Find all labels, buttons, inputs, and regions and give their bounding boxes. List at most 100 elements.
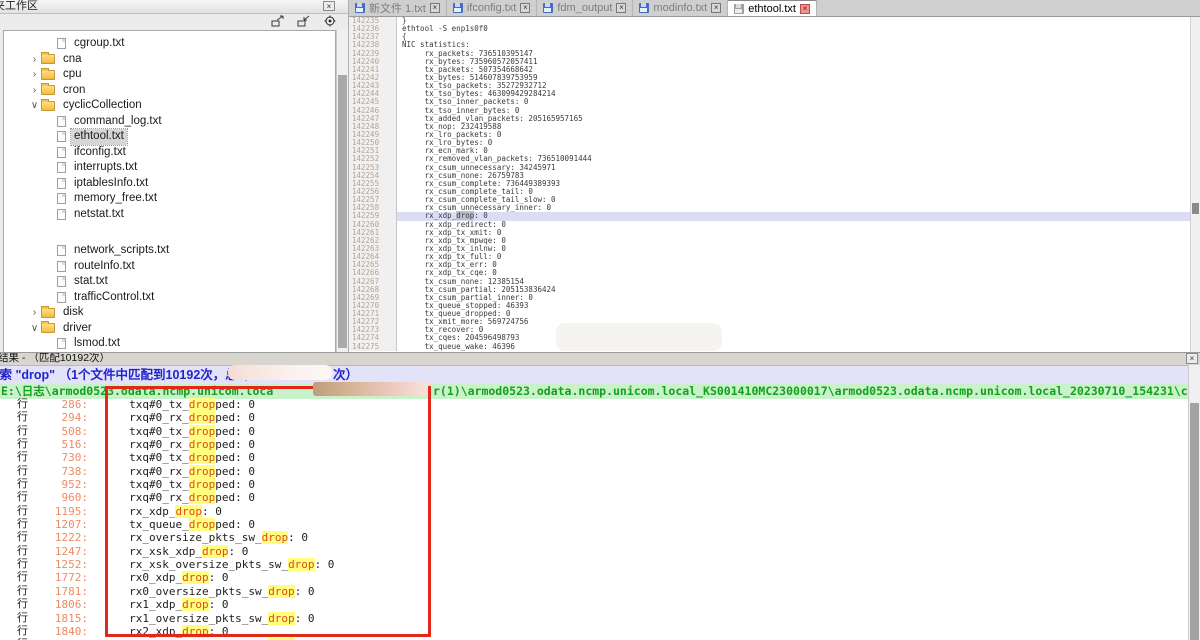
tree-item-command_log.txt[interactable]: command_log.txt [4, 114, 335, 130]
chevron-expanded-icon[interactable]: ∨ [28, 98, 41, 114]
editor-line-text: tx_queue_wake: 46396 [397, 343, 515, 351]
row-label: 行 [17, 398, 32, 411]
tree-item-ethtool.txt[interactable]: ethtool.txt [4, 129, 335, 145]
workspace-toolbar [0, 14, 348, 30]
tree-item-cpu[interactable]: › cpu [4, 67, 335, 83]
row-line-number: 1806: [32, 598, 88, 611]
save-file-icon [453, 3, 463, 13]
workspace-titlebar: 夹工作区 × [0, 0, 348, 14]
workspace-panel: 夹工作区 × cgroup.txt›cna›cpu›cron∨cyclicCol… [0, 0, 349, 352]
tree-item-memory_free.txt[interactable]: memory_free.txt [4, 191, 335, 207]
chevron-collapsed-icon[interactable]: › [28, 83, 41, 99]
tab-modinfo.txt[interactable]: modinfo.txt× [633, 0, 728, 16]
editor-scrollbar-thumb[interactable] [1192, 203, 1199, 214]
row-line-number: 960: [32, 491, 88, 504]
chevron-collapsed-icon[interactable]: › [28, 305, 41, 321]
tree-item-label: iptablesInfo.txt [71, 176, 151, 192]
tree-item-netstat.txt[interactable]: netstat.txt [4, 207, 335, 223]
row-line-number: 738: [32, 465, 88, 478]
chevron-expanded-icon[interactable]: ∨ [28, 321, 41, 337]
row-label: 行 [17, 545, 32, 558]
locate-file-icon[interactable] [322, 15, 338, 29]
results-scrollbar[interactable] [1188, 365, 1200, 640]
row-line-number: 730: [32, 451, 88, 464]
line-number: 142275 [349, 343, 397, 351]
tree-item-stat.txt[interactable]: stat.txt [4, 274, 335, 290]
editor[interactable]: 142235}142236ethtool -S enp1s0f0142237{1… [349, 17, 1200, 352]
file-icon [57, 131, 66, 142]
close-tab-icon[interactable]: × [711, 3, 721, 13]
row-label: 行 [17, 505, 32, 518]
editor-line: 142275 tx_queue_wake: 46396 [349, 343, 1200, 351]
tree-item-iptablesInfo.txt[interactable]: iptablesInfo.txt [4, 176, 335, 192]
tree-item-cna[interactable]: ›cna [4, 52, 335, 68]
tree-item-network_scripts.txt[interactable]: network_scripts.txt [4, 243, 335, 259]
tree-item-label: ifconfig.txt [71, 145, 129, 161]
tab-fdm_output[interactable]: fdm_output× [537, 0, 633, 16]
folder-icon [41, 323, 55, 333]
row-line-number: 508: [32, 425, 88, 438]
row-label: 行 [17, 585, 32, 598]
row-line-number: 1781: [32, 585, 88, 598]
close-tab-icon[interactable]: × [430, 3, 440, 13]
expand-all-icon[interactable] [270, 15, 286, 29]
tree-item-cron[interactable]: ›cron [4, 83, 335, 99]
tree-item-ifconfig.txt[interactable]: ifconfig.txt [4, 145, 335, 161]
tab-bar: 新文件 1.txt×ifconfig.txt×fdm_output×modinf… [349, 0, 1200, 17]
redaction-blob-editor [556, 323, 722, 351]
chevron-collapsed-icon[interactable]: › [28, 67, 41, 83]
collapse-all-icon[interactable] [296, 15, 312, 29]
close-results-icon[interactable]: × [1186, 353, 1198, 364]
search-summary-row[interactable]: 搜索 "drop" （1个文件中匹配到10192次，总计 次） [0, 366, 1200, 384]
save-file-icon [639, 3, 649, 13]
file-icon [57, 261, 66, 272]
tree-item-driver[interactable]: ∨ driver [4, 321, 335, 337]
close-tab-icon[interactable]: × [800, 4, 810, 14]
tree-item-label: driver [60, 321, 95, 337]
file-icon [57, 38, 66, 49]
tab-新文件 1.txt[interactable]: 新文件 1.txt × [349, 0, 447, 16]
tree-item-cyclicCollection[interactable]: ∨cyclicCollection [4, 98, 335, 114]
search-results-panel: 结果 - （匹配10192次） × 搜索 "drop" （1个文件中匹配到101… [0, 352, 1200, 640]
results-header-label: 结果 - （匹配10192次） [0, 353, 110, 364]
tab-ethtool.txt[interactable]: ethtool.txt × [728, 0, 817, 16]
row-label: 行 [17, 451, 32, 464]
tree-item-label: cgroup.txt [71, 36, 128, 52]
row-label: 行 [17, 571, 32, 584]
row-line-number: 294: [32, 411, 88, 424]
tree-item-cgroup.txt[interactable]: cgroup.txt [4, 36, 335, 52]
row-label: 行 [17, 491, 32, 504]
tab-label: 新文件 1.txt [369, 0, 426, 16]
row-line-number: 1207: [32, 518, 88, 531]
save-file-icon [355, 3, 365, 13]
file-icon [57, 245, 66, 256]
tree-item-interrupts.txt[interactable]: interrupts.txt [4, 160, 335, 176]
row-label: 行 [17, 518, 32, 531]
close-panel-icon[interactable]: × [323, 1, 335, 11]
file-icon [57, 162, 66, 173]
tab-label: ifconfig.txt [467, 2, 517, 14]
tree-scrollbar-thumb[interactable] [338, 75, 347, 348]
chevron-collapsed-icon[interactable]: › [28, 52, 41, 68]
save-file-icon [543, 3, 553, 13]
file-icon [57, 292, 66, 303]
tree-item-disk[interactable]: › disk [4, 305, 335, 321]
row-line-number: 286: [32, 398, 88, 411]
editor-scrollbar[interactable] [1190, 17, 1200, 352]
tab-label: ethtool.txt [748, 3, 796, 15]
close-tab-icon[interactable]: × [520, 3, 530, 13]
result-file-path-cont: r(1)\armod0523.odata.ncmp.unicom.local_K… [433, 384, 1200, 399]
results-scrollbar-thumb[interactable] [1190, 403, 1199, 640]
row-line-number: 1222: [32, 531, 88, 544]
tree-item-trafficControl.txt[interactable]: trafficControl.txt [4, 290, 335, 306]
row-label: 行 [17, 612, 32, 625]
redaction-blob-path [313, 382, 428, 396]
tab-ifconfig.txt[interactable]: ifconfig.txt× [447, 0, 538, 16]
tree-item-lsmod.txt[interactable]: lsmod.txt [4, 336, 335, 352]
close-tab-icon[interactable]: × [616, 3, 626, 13]
tree-item-label: cpu [60, 67, 85, 83]
row-label: 行 [17, 465, 32, 478]
tree-item-label: disk [60, 305, 86, 321]
tree-scrollbar[interactable] [336, 30, 348, 352]
tree-item-routeInfo.txt[interactable]: routeInfo.txt [4, 259, 335, 275]
